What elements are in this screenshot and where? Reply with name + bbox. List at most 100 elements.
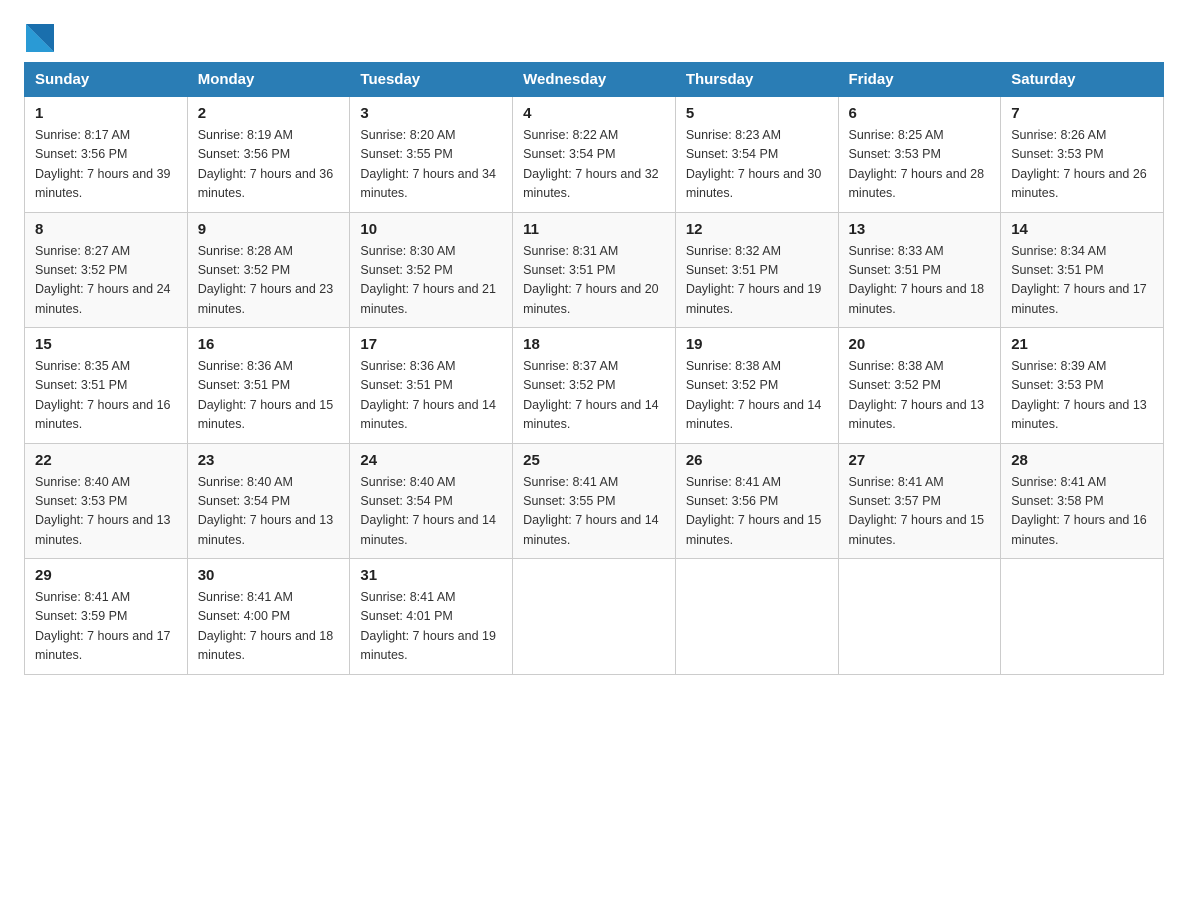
- calendar-cell: 22 Sunrise: 8:40 AMSunset: 3:53 PMDayligh…: [25, 443, 188, 559]
- calendar-cell: 31 Sunrise: 8:41 AMSunset: 4:01 PMDayligh…: [350, 559, 513, 675]
- calendar-cell: 19 Sunrise: 8:38 AMSunset: 3:52 PMDayligh…: [675, 328, 838, 444]
- calendar-cell: 14 Sunrise: 8:34 AMSunset: 3:51 PMDayligh…: [1001, 212, 1164, 328]
- day-info: Sunrise: 8:25 AMSunset: 3:53 PMDaylight:…: [849, 126, 991, 204]
- day-number: 27: [849, 452, 991, 469]
- day-number: 1: [35, 105, 177, 122]
- day-number: 11: [523, 221, 665, 238]
- calendar-cell: 11 Sunrise: 8:31 AMSunset: 3:51 PMDayligh…: [513, 212, 676, 328]
- day-number: 9: [198, 221, 340, 238]
- day-info: Sunrise: 8:36 AMSunset: 3:51 PMDaylight:…: [360, 357, 502, 435]
- calendar-cell: 10 Sunrise: 8:30 AMSunset: 3:52 PMDayligh…: [350, 212, 513, 328]
- calendar-cell: 28Sunrise: 8:41 AMSunset: 3:58 PMDayligh…: [1001, 443, 1164, 559]
- calendar-cell: 29 Sunrise: 8:41 AMSunset: 3:59 PMDayligh…: [25, 559, 188, 675]
- calendar-cell: 1 Sunrise: 8:17 AMSunset: 3:56 PMDaylight…: [25, 97, 188, 213]
- header-friday: Friday: [838, 63, 1001, 97]
- day-number: 3: [360, 105, 502, 122]
- day-info: Sunrise: 8:26 AMSunset: 3:53 PMDaylight:…: [1011, 126, 1153, 204]
- day-number: 2: [198, 105, 340, 122]
- day-info: Sunrise: 8:32 AMSunset: 3:51 PMDaylight:…: [686, 242, 828, 320]
- calendar-cell: 21 Sunrise: 8:39 AMSunset: 3:53 PMDayligh…: [1001, 328, 1164, 444]
- day-info: Sunrise: 8:38 AMSunset: 3:52 PMDaylight:…: [686, 357, 828, 435]
- day-info: Sunrise: 8:40 AMSunset: 3:54 PMDaylight:…: [360, 473, 502, 551]
- calendar-cell: 9 Sunrise: 8:28 AMSunset: 3:52 PMDaylight…: [187, 212, 350, 328]
- day-number: 16: [198, 336, 340, 353]
- day-info: Sunrise: 8:27 AMSunset: 3:52 PMDaylight:…: [35, 242, 177, 320]
- day-info: Sunrise: 8:41 AMSunset: 4:00 PMDaylight:…: [198, 588, 340, 666]
- day-info: Sunrise: 8:40 AMSunset: 3:54 PMDaylight:…: [198, 473, 340, 551]
- calendar-cell: 7 Sunrise: 8:26 AMSunset: 3:53 PMDaylight…: [1001, 97, 1164, 213]
- day-number: 26: [686, 452, 828, 469]
- day-info: Sunrise: 8:41 AMSunset: 3:57 PMDaylight:…: [849, 473, 991, 551]
- calendar-cell: 30Sunrise: 8:41 AMSunset: 4:00 PMDayligh…: [187, 559, 350, 675]
- logo-icon: [26, 24, 54, 52]
- calendar-cell: 4Sunrise: 8:22 AMSunset: 3:54 PMDaylight…: [513, 97, 676, 213]
- logo: [24, 24, 54, 46]
- calendar-cell: 13 Sunrise: 8:33 AMSunset: 3:51 PMDayligh…: [838, 212, 1001, 328]
- calendar-cell: [1001, 559, 1164, 675]
- header-wednesday: Wednesday: [513, 63, 676, 97]
- day-number: 8: [35, 221, 177, 238]
- day-number: 7: [1011, 105, 1153, 122]
- day-number: 12: [686, 221, 828, 238]
- day-number: 29: [35, 567, 177, 584]
- page-header: [24, 24, 1164, 46]
- day-info: Sunrise: 8:41 AMSunset: 3:59 PMDaylight:…: [35, 588, 177, 666]
- day-number: 5: [686, 105, 828, 122]
- header-tuesday: Tuesday: [350, 63, 513, 97]
- calendar-cell: 18 Sunrise: 8:37 AMSunset: 3:52 PMDayligh…: [513, 328, 676, 444]
- day-info: Sunrise: 8:17 AMSunset: 3:56 PMDaylight:…: [35, 126, 177, 204]
- calendar-cell: 6 Sunrise: 8:25 AMSunset: 3:53 PMDaylight…: [838, 97, 1001, 213]
- day-info: Sunrise: 8:31 AMSunset: 3:51 PMDaylight:…: [523, 242, 665, 320]
- calendar-cell: 23 Sunrise: 8:40 AMSunset: 3:54 PMDayligh…: [187, 443, 350, 559]
- calendar-cell: 20Sunrise: 8:38 AMSunset: 3:52 PMDayligh…: [838, 328, 1001, 444]
- day-info: Sunrise: 8:19 AMSunset: 3:56 PMDaylight:…: [198, 126, 340, 204]
- day-info: Sunrise: 8:30 AMSunset: 3:52 PMDaylight:…: [360, 242, 502, 320]
- day-number: 15: [35, 336, 177, 353]
- day-info: Sunrise: 8:37 AMSunset: 3:52 PMDaylight:…: [523, 357, 665, 435]
- day-number: 18: [523, 336, 665, 353]
- day-info: Sunrise: 8:34 AMSunset: 3:51 PMDaylight:…: [1011, 242, 1153, 320]
- calendar-cell: 26Sunrise: 8:41 AMSunset: 3:56 PMDayligh…: [675, 443, 838, 559]
- day-info: Sunrise: 8:33 AMSunset: 3:51 PMDaylight:…: [849, 242, 991, 320]
- calendar-week-row: 15 Sunrise: 8:35 AMSunset: 3:51 PMDayligh…: [25, 328, 1164, 444]
- calendar-cell: 8 Sunrise: 8:27 AMSunset: 3:52 PMDaylight…: [25, 212, 188, 328]
- day-info: Sunrise: 8:28 AMSunset: 3:52 PMDaylight:…: [198, 242, 340, 320]
- day-number: 21: [1011, 336, 1153, 353]
- calendar-cell: [675, 559, 838, 675]
- calendar-table: SundayMondayTuesdayWednesdayThursdayFrid…: [24, 62, 1164, 675]
- day-info: Sunrise: 8:40 AMSunset: 3:53 PMDaylight:…: [35, 473, 177, 551]
- day-number: 14: [1011, 221, 1153, 238]
- day-number: 10: [360, 221, 502, 238]
- day-number: 19: [686, 336, 828, 353]
- day-number: 13: [849, 221, 991, 238]
- header-saturday: Saturday: [1001, 63, 1164, 97]
- day-info: Sunrise: 8:41 AMSunset: 3:58 PMDaylight:…: [1011, 473, 1153, 551]
- header-monday: Monday: [187, 63, 350, 97]
- calendar-cell: 17 Sunrise: 8:36 AMSunset: 3:51 PMDayligh…: [350, 328, 513, 444]
- day-number: 31: [360, 567, 502, 584]
- day-info: Sunrise: 8:39 AMSunset: 3:53 PMDaylight:…: [1011, 357, 1153, 435]
- day-number: 25: [523, 452, 665, 469]
- calendar-cell: 3Sunrise: 8:20 AMSunset: 3:55 PMDaylight…: [350, 97, 513, 213]
- calendar-cell: [838, 559, 1001, 675]
- header-sunday: Sunday: [25, 63, 188, 97]
- day-number: 24: [360, 452, 502, 469]
- calendar-cell: 24 Sunrise: 8:40 AMSunset: 3:54 PMDayligh…: [350, 443, 513, 559]
- calendar-cell: 27 Sunrise: 8:41 AMSunset: 3:57 PMDayligh…: [838, 443, 1001, 559]
- day-info: Sunrise: 8:38 AMSunset: 3:52 PMDaylight:…: [849, 357, 991, 435]
- day-info: Sunrise: 8:41 AMSunset: 3:55 PMDaylight:…: [523, 473, 665, 551]
- day-number: 6: [849, 105, 991, 122]
- day-info: Sunrise: 8:35 AMSunset: 3:51 PMDaylight:…: [35, 357, 177, 435]
- calendar-cell: 16Sunrise: 8:36 AMSunset: 3:51 PMDayligh…: [187, 328, 350, 444]
- day-info: Sunrise: 8:23 AMSunset: 3:54 PMDaylight:…: [686, 126, 828, 204]
- calendar-week-row: 1 Sunrise: 8:17 AMSunset: 3:56 PMDaylight…: [25, 97, 1164, 213]
- day-number: 22: [35, 452, 177, 469]
- day-info: Sunrise: 8:41 AMSunset: 4:01 PMDaylight:…: [360, 588, 502, 666]
- calendar-header-row: SundayMondayTuesdayWednesdayThursdayFrid…: [25, 63, 1164, 97]
- day-number: 17: [360, 336, 502, 353]
- calendar-cell: 25 Sunrise: 8:41 AMSunset: 3:55 PMDayligh…: [513, 443, 676, 559]
- day-info: Sunrise: 8:22 AMSunset: 3:54 PMDaylight:…: [523, 126, 665, 204]
- calendar-cell: 12 Sunrise: 8:32 AMSunset: 3:51 PMDayligh…: [675, 212, 838, 328]
- day-number: 23: [198, 452, 340, 469]
- calendar-cell: 5 Sunrise: 8:23 AMSunset: 3:54 PMDaylight…: [675, 97, 838, 213]
